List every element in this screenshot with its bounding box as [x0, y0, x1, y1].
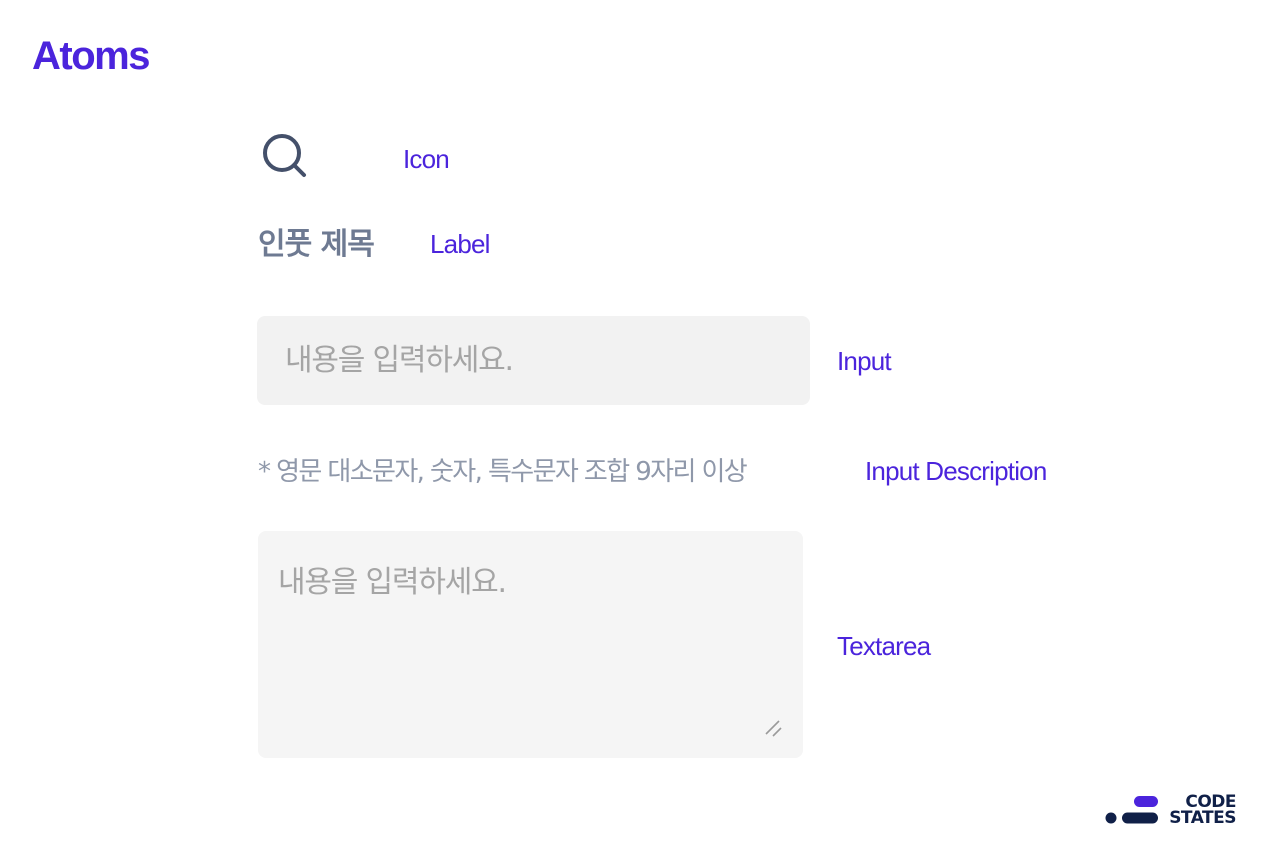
field-label: 인풋 제목	[258, 227, 375, 262]
input-description-tag: Input Description	[865, 456, 1047, 486]
resize-handle-icon[interactable]	[764, 719, 784, 739]
textarea-tag: Textarea	[837, 631, 931, 661]
logo-line-2: STATES	[1169, 808, 1236, 828]
logo-wordmark: CODE STATES	[1166, 794, 1236, 828]
page-title: Atoms	[32, 34, 150, 78]
input-description: * 영문 대소문자, 숫자, 특수문자 조합 9자리 이상	[258, 457, 748, 487]
codestates-logo-icon	[1105, 796, 1158, 824]
input-tag: Input	[837, 346, 892, 376]
text-input[interactable]	[257, 316, 810, 405]
textarea-field[interactable]	[258, 531, 803, 758]
brand-logo: CODE STATES	[1104, 794, 1237, 828]
atoms-page: Atoms Icon 인풋 제목 Label Input * 영문 대소문자, …	[0, 0, 1280, 849]
icon-tag: Icon	[403, 144, 450, 174]
label-tag: Label	[430, 229, 490, 259]
search-icon	[263, 134, 306, 177]
